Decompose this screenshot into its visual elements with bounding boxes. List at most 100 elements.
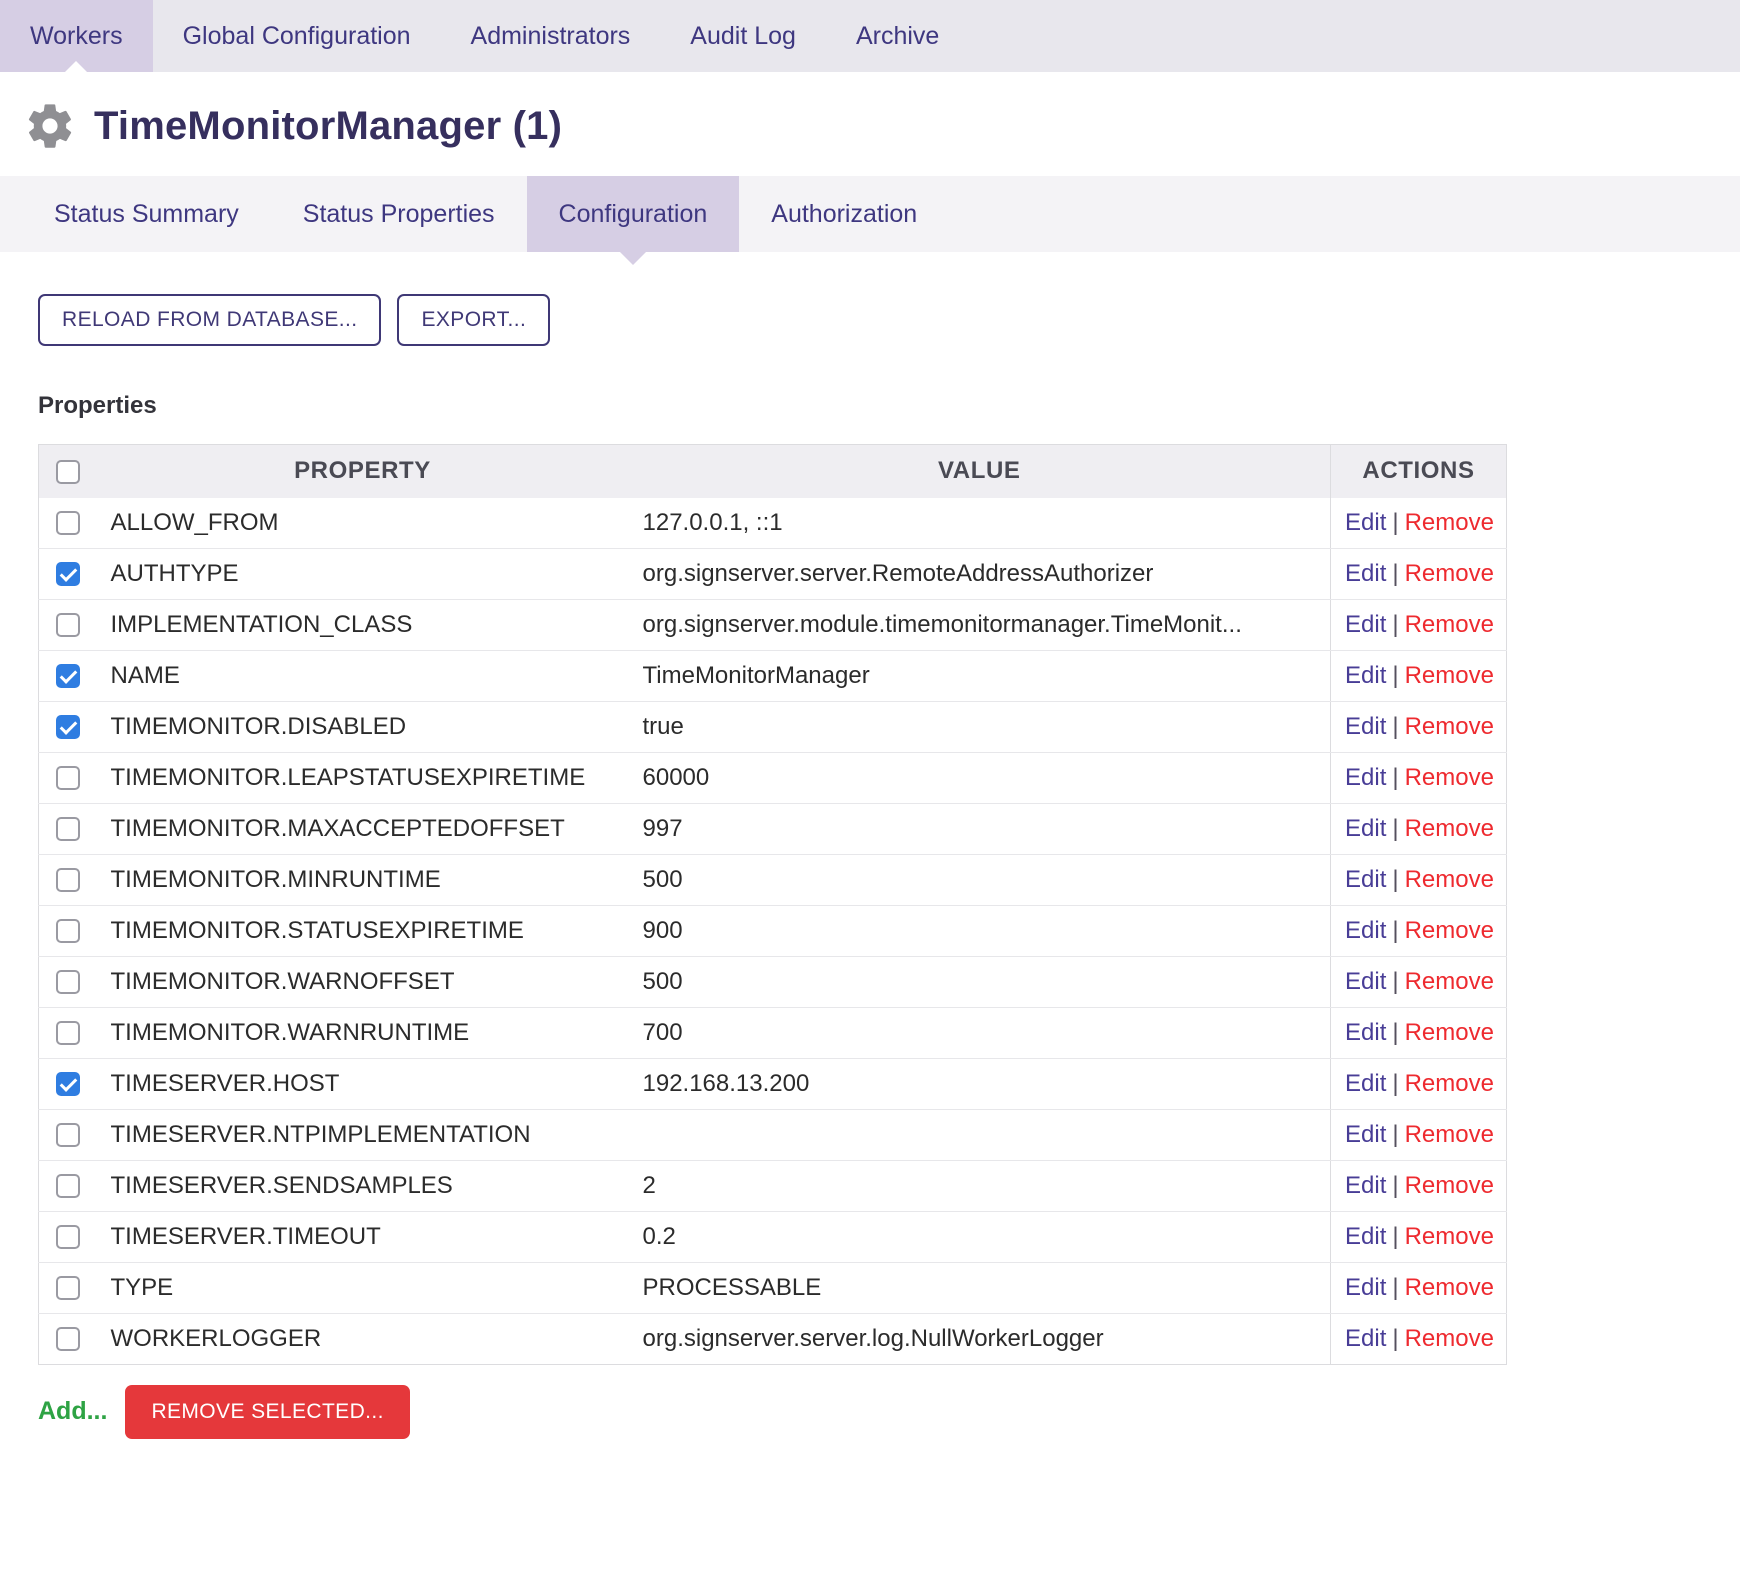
property-value: org.signserver.server.log.NullWorkerLogg…: [643, 1325, 1104, 1352]
property-name-cell: WORKERLOGGER: [97, 1313, 629, 1364]
edit-link[interactable]: Edit: [1345, 1223, 1386, 1250]
property-name: TIMESERVER.TIMEOUT: [111, 1223, 381, 1250]
edit-link[interactable]: Edit: [1345, 1172, 1386, 1199]
edit-link[interactable]: Edit: [1345, 1121, 1386, 1148]
remove-link[interactable]: Remove: [1405, 1121, 1494, 1148]
row-actions-cell: Edit|Remove: [1331, 1058, 1507, 1109]
table-row: TIMESERVER.HOST 192.168.13.200 Edit|Remo…: [39, 1058, 1507, 1109]
table-row: TIMESERVER.TIMEOUT 0.2 Edit|Remove: [39, 1211, 1507, 1262]
property-name: TIMEMONITOR.MINRUNTIME: [111, 866, 441, 893]
property-name-cell: IMPLEMENTATION_CLASS: [97, 599, 629, 650]
row-actions-cell: Edit|Remove: [1331, 854, 1507, 905]
action-separator: |: [1392, 662, 1398, 689]
main-navigation: Workers Global Configuration Administrat…: [0, 0, 1740, 72]
remove-link[interactable]: Remove: [1405, 509, 1494, 536]
row-checkbox[interactable]: [56, 715, 80, 739]
edit-link[interactable]: Edit: [1345, 968, 1386, 995]
edit-link[interactable]: Edit: [1345, 764, 1386, 791]
table-row: TIMEMONITOR.DISABLED true Edit|Remove: [39, 701, 1507, 752]
row-checkbox[interactable]: [56, 766, 80, 790]
remove-link[interactable]: Remove: [1405, 1325, 1494, 1352]
nav-item-audit-log[interactable]: Audit Log: [660, 0, 826, 72]
row-checkbox[interactable]: [56, 1327, 80, 1351]
remove-link[interactable]: Remove: [1405, 713, 1494, 740]
tab-authorization[interactable]: Authorization: [739, 176, 949, 252]
tab-status-summary[interactable]: Status Summary: [22, 176, 271, 252]
remove-link[interactable]: Remove: [1405, 662, 1494, 689]
edit-link[interactable]: Edit: [1345, 917, 1386, 944]
edit-link[interactable]: Edit: [1345, 509, 1386, 536]
table-row: TIMEMONITOR.WARNRUNTIME 700 Edit|Remove: [39, 1007, 1507, 1058]
row-checkbox[interactable]: [56, 562, 80, 586]
row-checkbox[interactable]: [56, 970, 80, 994]
tab-configuration[interactable]: Configuration: [527, 176, 740, 252]
remove-link[interactable]: Remove: [1405, 815, 1494, 842]
row-checkbox[interactable]: [56, 664, 80, 688]
property-name-cell: TIMEMONITOR.MAXACCEPTEDOFFSET: [97, 803, 629, 854]
remove-link[interactable]: Remove: [1405, 764, 1494, 791]
property-name-cell: AUTHTYPE: [97, 548, 629, 599]
select-all-checkbox[interactable]: [56, 460, 80, 484]
tab-label: Authorization: [771, 200, 917, 229]
remove-link[interactable]: Remove: [1405, 1019, 1494, 1046]
property-name-cell: TIMESERVER.TIMEOUT: [97, 1211, 629, 1262]
row-checkbox[interactable]: [56, 1072, 80, 1096]
row-checkbox[interactable]: [56, 1225, 80, 1249]
tab-status-properties[interactable]: Status Properties: [271, 176, 527, 252]
row-checkbox[interactable]: [56, 511, 80, 535]
row-actions-cell: Edit|Remove: [1331, 905, 1507, 956]
property-name: ALLOW_FROM: [111, 509, 279, 536]
remove-link[interactable]: Remove: [1405, 866, 1494, 893]
row-checkbox-cell: [39, 803, 97, 854]
row-checkbox[interactable]: [56, 919, 80, 943]
property-value-cell: 127.0.0.1, ::1: [629, 498, 1331, 549]
action-separator: |: [1392, 509, 1398, 536]
row-checkbox-cell: [39, 599, 97, 650]
tab-label: Status Properties: [303, 200, 495, 229]
edit-link[interactable]: Edit: [1345, 611, 1386, 638]
remove-link[interactable]: Remove: [1405, 1223, 1494, 1250]
edit-link[interactable]: Edit: [1345, 713, 1386, 740]
action-separator: |: [1392, 560, 1398, 587]
property-value-cell: org.signserver.server.RemoteAddressAutho…: [629, 548, 1331, 599]
edit-link[interactable]: Edit: [1345, 1274, 1386, 1301]
edit-link[interactable]: Edit: [1345, 866, 1386, 893]
reload-from-database-button[interactable]: RELOAD FROM DATABASE...: [38, 294, 381, 346]
remove-link[interactable]: Remove: [1405, 1274, 1494, 1301]
table-row: TIMEMONITOR.MINRUNTIME 500 Edit|Remove: [39, 854, 1507, 905]
row-checkbox[interactable]: [56, 1276, 80, 1300]
action-separator: |: [1392, 713, 1398, 740]
remove-link[interactable]: Remove: [1405, 1070, 1494, 1097]
nav-item-label: Global Configuration: [183, 22, 411, 51]
row-checkbox[interactable]: [56, 1021, 80, 1045]
nav-item-archive[interactable]: Archive: [826, 0, 969, 72]
row-checkbox[interactable]: [56, 1174, 80, 1198]
nav-item-workers[interactable]: Workers: [0, 0, 153, 72]
property-name-cell: TIMESERVER.SENDSAMPLES: [97, 1160, 629, 1211]
edit-link[interactable]: Edit: [1345, 560, 1386, 587]
remove-link[interactable]: Remove: [1405, 1172, 1494, 1199]
remove-link[interactable]: Remove: [1405, 611, 1494, 638]
property-value-cell: 900: [629, 905, 1331, 956]
row-checkbox[interactable]: [56, 613, 80, 637]
property-value: 192.168.13.200: [643, 1070, 810, 1097]
remove-selected-button[interactable]: REMOVE SELECTED...: [125, 1385, 409, 1439]
property-value: 500: [643, 866, 683, 893]
export-button[interactable]: EXPORT...: [397, 294, 550, 346]
property-value: 60000: [643, 764, 710, 791]
remove-link[interactable]: Remove: [1405, 917, 1494, 944]
edit-link[interactable]: Edit: [1345, 1070, 1386, 1097]
row-checkbox[interactable]: [56, 1123, 80, 1147]
add-link[interactable]: Add...: [38, 1397, 107, 1426]
remove-link[interactable]: Remove: [1405, 560, 1494, 587]
property-column-header: PROPERTY: [97, 445, 629, 498]
remove-link[interactable]: Remove: [1405, 968, 1494, 995]
row-checkbox[interactable]: [56, 868, 80, 892]
nav-item-global-configuration[interactable]: Global Configuration: [153, 0, 441, 72]
nav-item-administrators[interactable]: Administrators: [441, 0, 661, 72]
edit-link[interactable]: Edit: [1345, 815, 1386, 842]
row-checkbox[interactable]: [56, 817, 80, 841]
edit-link[interactable]: Edit: [1345, 1019, 1386, 1046]
edit-link[interactable]: Edit: [1345, 662, 1386, 689]
edit-link[interactable]: Edit: [1345, 1325, 1386, 1352]
